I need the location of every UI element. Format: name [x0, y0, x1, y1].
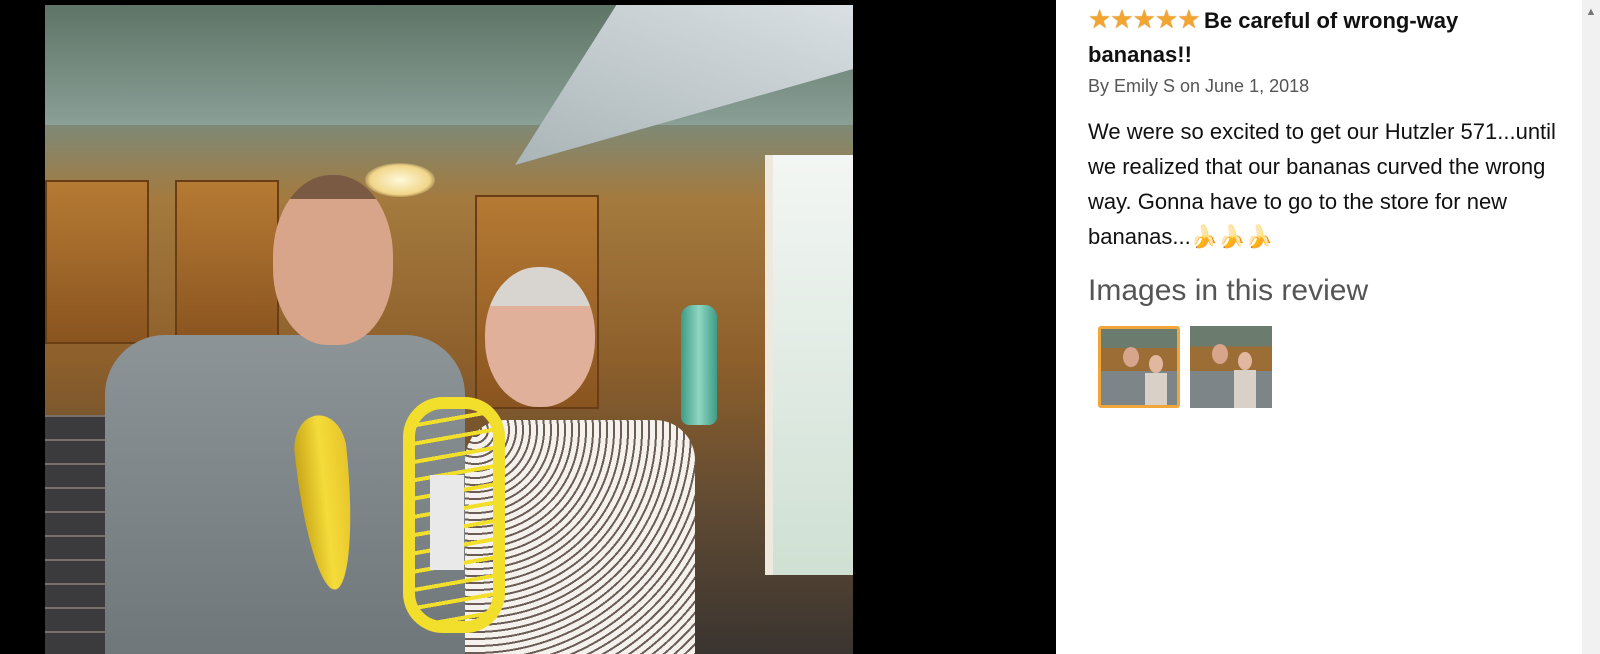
review-panel: ★★★★★ Be careful of wrong-way bananas!! … [1088, 0, 1578, 654]
photo-window [765, 155, 853, 575]
scrollbar[interactable]: ▲ [1582, 0, 1600, 654]
banana-emoji-icon: 🍌🍌🍌 [1190, 225, 1273, 250]
review-body-text: We were so excited to get our Hutzler 57… [1088, 119, 1556, 249]
review-byline: By Emily S on June 1, 2018 [1088, 76, 1310, 96]
thumbnail-woman [1238, 352, 1252, 370]
thumbnail-man [1123, 347, 1139, 367]
photo-cabinet [175, 180, 279, 344]
thumbnail-2[interactable] [1190, 326, 1272, 408]
thumbnail-man [1212, 344, 1228, 364]
thumbnail-woman [1149, 355, 1163, 373]
photo-woman-head [485, 267, 595, 407]
review-photo[interactable] [45, 5, 853, 654]
thumbnail-woman-top [1145, 373, 1167, 405]
photo-cabinet [45, 180, 149, 344]
image-viewer [0, 0, 1056, 654]
photo-light [365, 163, 435, 197]
review-title-row: ★★★★★ Be careful of wrong-way bananas!! [1088, 4, 1568, 72]
thumbnail-1[interactable] [1098, 326, 1180, 408]
photo-bottle [681, 305, 717, 425]
photo-slicer-label [430, 475, 464, 570]
images-heading: Images in this review [1088, 274, 1369, 307]
scroll-up-icon[interactable]: ▲ [1582, 6, 1600, 18]
photo-man-head [273, 175, 393, 345]
thumbnail-woman-top [1234, 370, 1256, 408]
review-body: We were so excited to get our Hutzler 57… [1088, 114, 1578, 255]
five-stars-icon: ★★★★★ [1088, 4, 1201, 34]
